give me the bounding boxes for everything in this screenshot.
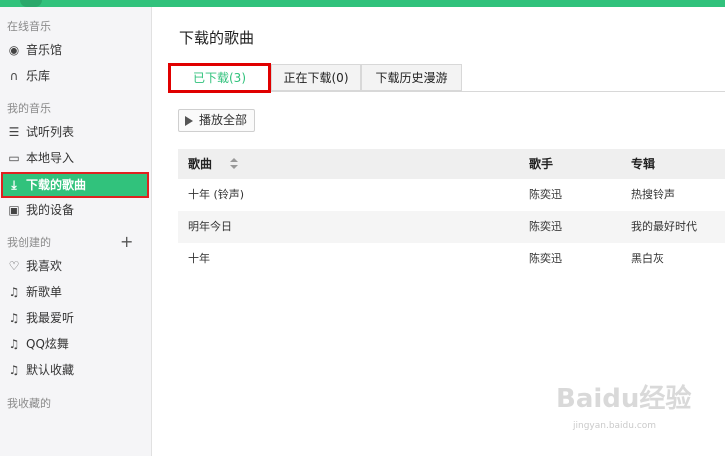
sidebar-item-library[interactable]: ∩ 乐库 (0, 64, 151, 88)
play-icon (185, 116, 193, 126)
sidebar-item-default-collection[interactable]: ♫ 默认收藏 (0, 358, 151, 382)
music-hall-icon: ◉ (8, 43, 20, 57)
logo-icon (20, 0, 42, 7)
table-row[interactable]: 十年 陈奕迅 黑白灰 (178, 243, 725, 275)
download-icon: ⤓ (11, 178, 17, 192)
song-artist[interactable]: 陈奕迅 (529, 211, 562, 243)
tab-downloading[interactable]: 正在下载(0) (271, 64, 361, 91)
music-note-icon: ♫ (8, 311, 20, 325)
sidebar-item-music-hall[interactable]: ◉ 音乐馆 (0, 38, 151, 62)
monitor-icon: ▭ (8, 151, 20, 165)
song-album[interactable]: 热搜铃声 (631, 179, 675, 211)
sidebar-item-label: 我喜欢 (26, 259, 63, 273)
song-title: 十年 (铃声) (188, 188, 245, 201)
column-header-artist[interactable]: 歌手 (529, 149, 553, 179)
list-icon: ☰ (8, 125, 20, 139)
sidebar-item-qq-dance[interactable]: ♫ QQ炫舞 (0, 332, 151, 356)
song-artist[interactable]: 陈奕迅 (529, 179, 562, 211)
song-title: 明年今日 (188, 220, 232, 233)
sidebar-item-label: 本地导入 (26, 151, 75, 165)
play-all-label: 播放全部 (199, 113, 248, 127)
table-row[interactable]: 十年 (铃声) 陈奕迅 热搜铃声 (178, 179, 725, 211)
song-title: 十年 (188, 252, 210, 265)
tab-downloaded[interactable]: 已下载(3) (168, 64, 271, 91)
music-note-icon: ♫ (8, 337, 20, 351)
sidebar-item-favorites[interactable]: ♡ 我喜欢 (0, 254, 151, 278)
device-icon: ▣ (8, 203, 20, 217)
sidebar-item-label: 默认收藏 (26, 363, 75, 377)
sidebar-item-label: QQ炫舞 (26, 337, 69, 351)
tab-bar: 已下载(3) 正在下载(0) 下载历史漫游 (168, 64, 725, 92)
section-title-my-music: 我的音乐 (7, 102, 51, 115)
column-header-album[interactable]: 专辑 (631, 149, 655, 179)
watermark-url: jingyan.baidu.com (573, 421, 657, 431)
sidebar: 在线音乐 ◉ 音乐馆 ∩ 乐库 我的音乐 ☰ 试听列表 ▭ 本地导入 ⤓ 下载的… (0, 7, 152, 456)
sidebar-item-new-playlist[interactable]: ♫ 新歌单 (0, 280, 151, 304)
sidebar-item-label: 试听列表 (26, 125, 75, 139)
table-header: 歌曲 歌手 专辑 (178, 149, 725, 179)
sort-icon[interactable] (230, 158, 238, 170)
column-header-song[interactable]: 歌曲 (188, 149, 212, 179)
watermark-logo: Baidu经验 (556, 384, 692, 414)
section-title-online-music: 在线音乐 (7, 20, 51, 33)
sidebar-item-label: 我最爱听 (26, 311, 75, 325)
music-note-icon: ♫ (8, 363, 20, 377)
page-title: 下载的歌曲 (179, 29, 255, 47)
sidebar-item-label: 新歌单 (26, 285, 63, 299)
headphones-icon: ∩ (9, 69, 19, 83)
music-note-icon: ♫ (8, 285, 20, 299)
sidebar-item-my-devices[interactable]: ▣ 我的设备 (0, 198, 151, 222)
sidebar-item-label: 乐库 (26, 69, 51, 83)
song-album[interactable]: 黑白灰 (631, 243, 664, 275)
song-album[interactable]: 我的最好时代 (631, 211, 697, 243)
play-all-button[interactable]: 播放全部 (178, 109, 255, 132)
song-artist[interactable]: 陈奕迅 (529, 243, 562, 275)
top-accent-bar (0, 0, 725, 7)
section-title-collected: 我收藏的 (7, 397, 51, 410)
section-title-created: 我创建的 (7, 236, 51, 249)
tab-download-history[interactable]: 下载历史漫游 (361, 64, 462, 91)
sidebar-item-label: 下载的歌曲 (26, 178, 87, 192)
table-row[interactable]: 明年今日 陈奕迅 我的最好时代 (178, 211, 725, 243)
sidebar-item-local-import[interactable]: ▭ 本地导入 (0, 146, 151, 170)
heart-icon: ♡ (8, 259, 20, 273)
sidebar-item-downloaded-songs[interactable]: ⤓ 下载的歌曲 (1, 172, 149, 198)
sidebar-item-trial-list[interactable]: ☰ 试听列表 (0, 120, 151, 144)
add-playlist-button[interactable]: + (120, 234, 133, 250)
sidebar-item-label: 我的设备 (26, 203, 75, 217)
sidebar-item-most-loved[interactable]: ♫ 我最爱听 (0, 306, 151, 330)
sidebar-item-label: 音乐馆 (26, 43, 63, 57)
